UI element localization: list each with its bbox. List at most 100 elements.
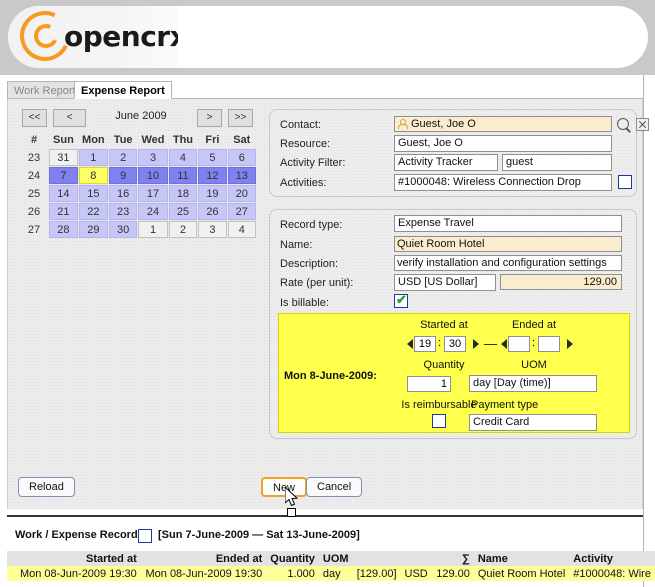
started-minute-input[interactable]: 30 (444, 336, 466, 352)
record-cell-quantity: 1.000 (266, 566, 319, 581)
contact-input[interactable]: Guest, Joe O (394, 116, 612, 132)
calendar-prev-button[interactable]: < (53, 109, 86, 127)
calendar-day-cell[interactable]: 1 (138, 221, 168, 238)
calendar-grid: # Sun Mon Tue Wed Thu Fri Sat 23 31 1 2 3 4 5 6 24 7 8 9 10… (19, 133, 257, 239)
ended-increment-icon[interactable] (567, 339, 573, 349)
started-hour-input[interactable]: 19 (414, 336, 436, 352)
calendar-day-cell[interactable]: 30 (108, 221, 138, 238)
calendar-day-cell[interactable]: 10 (138, 167, 168, 184)
tab-expense-report[interactable]: Expense Report (74, 81, 172, 99)
calendar-day-cell[interactable]: 12 (198, 167, 227, 184)
record-section-checkbox[interactable] (138, 529, 152, 543)
activities-checkbox[interactable] (618, 175, 632, 189)
cancel-button[interactable]: Cancel (306, 477, 363, 497)
payment-type-select[interactable]: Credit Card (469, 414, 597, 431)
record-column-header[interactable]: Started at (15, 551, 141, 566)
calendar-day-cell[interactable]: 17 (138, 185, 168, 202)
is-billable-checkbox[interactable] (394, 292, 408, 308)
record-table: Started at Ended at Quantity UOM ∑ Name Activi… (7, 551, 655, 581)
calendar-week-row: 23 31 1 2 3 4 5 6 (20, 149, 256, 166)
calendar-day-cell[interactable]: 3 (198, 221, 227, 238)
calendar-first-button[interactable]: << (22, 109, 47, 127)
calendar-day-cell[interactable]: 2 (108, 149, 138, 166)
page-right-edge (643, 75, 644, 587)
table-row[interactable]: Mon 08-Jun-2009 19:30 Mon 08-Jun-2009 19:… (7, 566, 655, 581)
calendar-day-cell[interactable]: 13 (227, 167, 256, 184)
started-decrement-icon[interactable] (407, 339, 413, 349)
calendar-week-row: 24 7 8 9 10 11 12 13 (20, 167, 256, 184)
ended-hour-input[interactable] (508, 336, 530, 352)
calendar-day-cell[interactable]: 9 (108, 167, 138, 184)
new-button[interactable]: New (261, 477, 308, 497)
record-column-header[interactable] (352, 551, 401, 566)
calendar-day-cell[interactable]: 15 (78, 185, 108, 202)
record-column-header[interactable] (400, 551, 432, 566)
calendar-day-cell[interactable]: 4 (227, 221, 256, 238)
uom-select[interactable]: day [Day (time)] (469, 375, 597, 392)
app-logo: opencrx (8, 6, 178, 68)
calendar-day-cell[interactable]: 16 (108, 185, 138, 202)
ended-decrement-icon[interactable] (501, 339, 507, 349)
activity-filter-type-select[interactable]: Activity Tracker (394, 154, 498, 171)
calendar-day-cell[interactable]: 20 (227, 185, 256, 202)
rate-amount-input[interactable]: 129.00 (500, 274, 622, 290)
reload-button[interactable]: Reload (18, 477, 75, 497)
record-cell-blank (7, 566, 16, 581)
rate-currency-select[interactable]: USD [US Dollar] (394, 274, 496, 291)
calendar-day-cell[interactable]: 29 (78, 221, 108, 238)
record-column-header[interactable]: ∑ (431, 551, 474, 566)
calendar-day-cell[interactable]: 27 (227, 203, 256, 220)
calendar-day-cell[interactable]: 2 (168, 221, 198, 238)
record-column-header[interactable]: Ended at (140, 551, 267, 566)
quantity-input[interactable]: 1 (407, 376, 451, 392)
tab-work-report[interactable]: Work Report (7, 81, 83, 99)
calendar-week-number: 27 (27, 223, 41, 236)
activities-select[interactable]: #1000048: Wireless Connection Drop (394, 174, 612, 191)
record-cell-activity: #1000048: Wire (569, 566, 655, 581)
activity-filter-value-select[interactable]: guest (502, 154, 612, 171)
record-column-header[interactable]: Quantity (266, 551, 319, 566)
calendar-day-cell[interactable]: 14 (49, 185, 78, 202)
calendar-day-cell[interactable]: 1 (78, 149, 108, 166)
record-column-header[interactable]: UOM (318, 551, 353, 566)
quantity-caption: Quantity (423, 359, 465, 371)
calendar-day-cell[interactable]: 11 (168, 167, 198, 184)
calendar-day-cell[interactable]: 18 (168, 185, 198, 202)
calendar-day-cell[interactable]: 19 (198, 185, 227, 202)
name-input[interactable]: Quiet Room Hotel (394, 236, 622, 252)
calendar-day-cell[interactable]: 25 (168, 203, 198, 220)
resource-select[interactable]: Guest, Joe O (394, 135, 612, 152)
calendar-day-cell[interactable]: 4 (168, 149, 198, 166)
calendar-day-cell[interactable]: 28 (49, 221, 78, 238)
calendar-day-cell[interactable]: 23 (108, 203, 138, 220)
is-reimbursable-checkbox[interactable] (432, 414, 446, 428)
calendar-day-cell[interactable]: 7 (49, 167, 78, 184)
record-column-header[interactable] (7, 551, 16, 566)
calendar-day-cell[interactable]: 24 (138, 203, 168, 220)
calendar-day-cell[interactable]: 21 (49, 203, 78, 220)
record-column-header[interactable]: Activity (569, 551, 655, 566)
record-type-select[interactable]: Expense Travel (394, 215, 622, 232)
record-fieldgroup: Record type: Name: Description: Rate (pe… (269, 209, 637, 439)
calendar-day-cell[interactable]: 6 (227, 149, 256, 166)
calendar-day-cell[interactable]: 3 (138, 149, 168, 166)
calendar-day-cell[interactable]: 31 (49, 149, 78, 166)
calendar-week-row: 27 28 29 30 1 2 3 4 (20, 221, 256, 238)
header-band: opencrx (0, 0, 655, 75)
calendar-day-cell[interactable]: 26 (198, 203, 227, 220)
close-icon[interactable] (636, 118, 649, 131)
calendar-last-button[interactable]: >> (228, 109, 253, 127)
record-cell-ended-at: Mon 08-Jun-2009 19:30 (140, 566, 267, 581)
calendar-next-button[interactable]: > (197, 109, 222, 127)
description-input[interactable]: verify installation and configuration se… (394, 255, 622, 271)
calendar-day-cell[interactable]: 22 (78, 203, 108, 220)
ended-minute-input[interactable] (538, 336, 560, 352)
record-column-header[interactable]: Name (473, 551, 570, 566)
ended-time-colon: : (532, 337, 536, 349)
calendar-header-sat: Sat (233, 134, 251, 146)
search-icon[interactable] (617, 118, 629, 130)
calendar-day-cell[interactable]: 8 (78, 167, 108, 184)
calendar-day-cell[interactable]: 5 (198, 149, 227, 166)
started-increment-icon[interactable] (473, 339, 479, 349)
record-cell-currency: USD (400, 566, 432, 581)
